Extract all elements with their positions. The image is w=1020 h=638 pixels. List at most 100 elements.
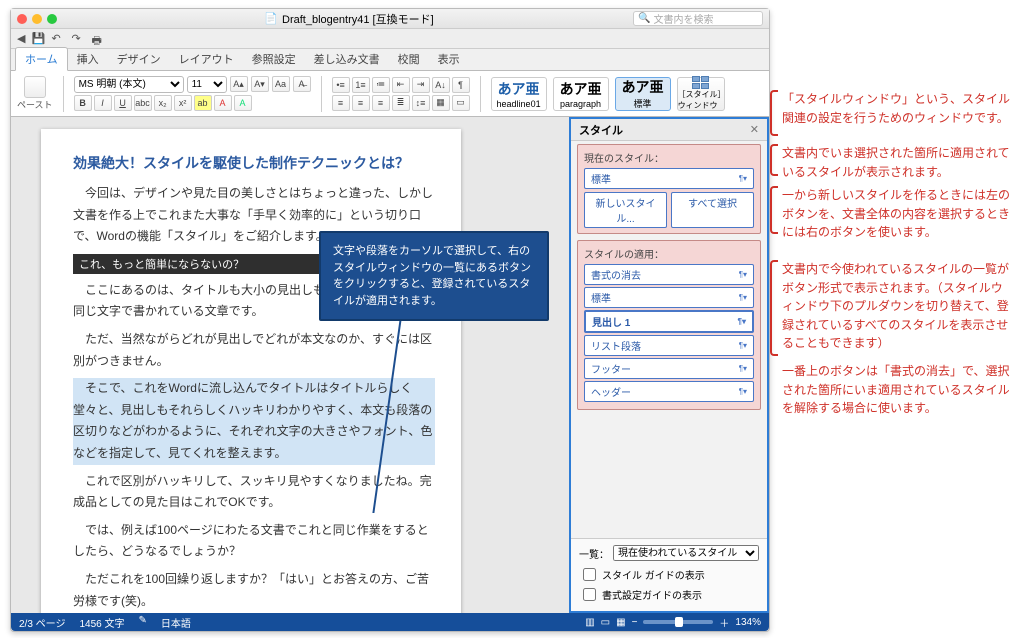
styles-pane: スタイル ✕ 現在のスタイル： 標準 ¶▾ 新しいスタイル... すべて選択 ス… [569, 117, 769, 613]
indent-inc-button[interactable]: ⇥ [412, 77, 430, 93]
tab-review[interactable]: 校閲 [389, 48, 429, 70]
status-spellcheck-icon[interactable]: ✎ [139, 615, 147, 630]
styles-pane-title: スタイル [579, 122, 623, 138]
status-words[interactable]: 1456 文字 [79, 615, 124, 630]
titlebar: 📄 Draft_blogentry41 [互換モード] 🔍 文書内を検索 [11, 9, 769, 29]
tab-home[interactable]: ホーム [15, 47, 68, 71]
clear-formatting-button[interactable]: A̶ [293, 76, 311, 92]
doc-p7[interactable]: ただこれを100回繰り返しますか？「はい」とお答えの方、ご苦労様です(笑)。 [73, 569, 435, 612]
align-right-button[interactable]: ≡ [372, 95, 390, 111]
window-title: Draft_blogentry41 [互換モード] [282, 11, 434, 27]
numbering-button[interactable]: 1≡ [352, 77, 370, 93]
multilevel-button[interactable]: ≔ [372, 77, 390, 93]
clipboard-icon [24, 76, 46, 98]
sort-button[interactable]: A↓ [432, 77, 450, 93]
word-window: 📄 Draft_blogentry41 [互換モード] 🔍 文書内を検索 ◀ 💾… [10, 8, 770, 632]
zoom-out-icon[interactable]: − [632, 617, 638, 628]
tab-references[interactable]: 参照設定 [243, 48, 305, 70]
close-icon[interactable] [17, 14, 27, 24]
status-page[interactable]: 2/3 ページ [19, 615, 65, 630]
bold-button[interactable]: B [74, 95, 92, 111]
font-size-select[interactable]: 11 [187, 76, 227, 93]
view-readmode-icon[interactable]: ▥ [585, 617, 594, 628]
style-guide-checkbox[interactable]: スタイル ガイドの表示 [579, 565, 759, 584]
print-icon[interactable]: 🖶 [91, 32, 105, 46]
align-left-button[interactable]: ≡ [332, 95, 350, 111]
subscript-button[interactable]: x₂ [154, 95, 172, 111]
borders-button[interactable]: ▭ [452, 95, 470, 111]
style-item-header[interactable]: ヘッダー¶▾ [584, 381, 754, 402]
justify-button[interactable]: ≣ [392, 95, 410, 111]
new-style-button[interactable]: 新しいスタイル... [584, 192, 667, 228]
text-effects-button[interactable]: A [234, 95, 252, 111]
highlight-button[interactable]: ab [194, 95, 212, 111]
save-icon[interactable]: 💾 [31, 32, 45, 46]
style-gallery: あア亜 headline01 あア亜 paragraph あア亜 標準 ［スタイ… [491, 77, 725, 111]
close-pane-icon[interactable]: ✕ [750, 123, 759, 136]
style-item-clear[interactable]: 書式の消去¶▾ [584, 264, 754, 285]
current-style-section: 現在のスタイル： 標準 ¶▾ 新しいスタイル... すべて選択 [577, 144, 761, 234]
change-case-button[interactable]: Aa [272, 76, 290, 92]
list-label: 一覧： [579, 546, 609, 561]
tab-view[interactable]: 表示 [429, 48, 469, 70]
style-item-normal[interactable]: 標準¶▾ [584, 287, 754, 308]
style-list-select[interactable]: 現在使われているスタイル [613, 545, 759, 561]
doc-heading[interactable]: 効果絶大！スタイルを駆使した制作テクニックとは？ [73, 153, 435, 173]
tab-mailings[interactable]: 差し込み文書 [305, 48, 389, 70]
tab-design[interactable]: デザイン [108, 48, 170, 70]
search-input[interactable]: 🔍 文書内を検索 [633, 11, 763, 26]
maximize-icon[interactable] [47, 14, 57, 24]
style-item-headline[interactable]: あア亜 headline01 [491, 77, 547, 111]
minimize-icon[interactable] [32, 14, 42, 24]
shading-button[interactable]: ▦ [432, 95, 450, 111]
tab-layout[interactable]: レイアウト [170, 48, 243, 70]
chevron-down-icon: ¶▾ [739, 174, 747, 183]
tab-insert[interactable]: 挿入 [68, 48, 108, 70]
zoom-slider[interactable] [643, 620, 713, 624]
menu-back-icon[interactable]: ◀ [17, 32, 25, 45]
styles-pane-toggle[interactable]: ［スタイル］ウィンドウ [677, 77, 725, 111]
doc-p3[interactable]: ただ、当然ながらどれが見出しでどれが本文なのか、すぐには区別がつきません。 [73, 329, 435, 372]
italic-button[interactable]: I [94, 95, 112, 111]
ribbon: ペースト MS 明朝 (本文) 11 A▴ A▾ Aa A̶ B I U abc… [11, 71, 769, 117]
paragraph-group: •≡ 1≡ ≔ ⇤ ⇥ A↓ ¶ ≡ ≡ ≡ ≣ ↕≡ ▦ ▭ [332, 77, 470, 111]
underline-button[interactable]: U [114, 95, 132, 111]
format-guide-checkbox[interactable]: 書式設定ガイドの表示 [579, 585, 759, 604]
quick-access-toolbar: ◀ 💾 ↶ ↷ 🖶 [11, 29, 769, 49]
word-doc-icon: 📄 [264, 12, 278, 25]
current-style-label: 現在のスタイル： [584, 150, 754, 165]
zoom-in-icon[interactable]: ＋ [719, 615, 729, 630]
ribbon-tabs: ホーム 挿入 デザイン レイアウト 参照設定 差し込み文書 校閲 表示 [11, 49, 769, 71]
indent-dec-button[interactable]: ⇤ [392, 77, 410, 93]
font-color-button[interactable]: A [214, 95, 232, 111]
style-item-heading1[interactable]: 見出し 1¶▾ [584, 310, 754, 333]
strike-button[interactable]: abc [134, 95, 152, 111]
shrink-font-button[interactable]: A▾ [251, 76, 269, 92]
view-print-icon[interactable]: ▭ [601, 617, 610, 628]
view-web-icon[interactable]: ▦ [616, 617, 625, 628]
grow-font-button[interactable]: A▴ [230, 76, 248, 92]
current-style-value[interactable]: 標準 ¶▾ [584, 168, 754, 189]
select-all-button[interactable]: すべて選択 [671, 192, 754, 228]
style-item-paragraph[interactable]: あア亜 paragraph [553, 77, 609, 111]
apply-style-section: スタイルの適用： 書式の消去¶▾ 標準¶▾ 見出し 1¶▾ リスト段落¶▾ フッ… [577, 240, 761, 410]
annotation-5: 一番上のボタンは「書式の消去」で、選択された箇所にいま適用されているスタイルを解… [782, 362, 1012, 410]
styles-pane-footer: 一覧： 現在使われているスタイル スタイル ガイドの表示 書式設定ガイドの表示 [571, 538, 767, 611]
show-marks-button[interactable]: ¶ [452, 77, 470, 93]
bullets-button[interactable]: •≡ [332, 77, 350, 93]
line-spacing-button[interactable]: ↕≡ [412, 95, 430, 111]
superscript-button[interactable]: x² [174, 95, 192, 111]
align-center-button[interactable]: ≡ [352, 95, 370, 111]
zoom-level[interactable]: 134% [735, 617, 761, 628]
redo-icon[interactable]: ↷ [71, 32, 85, 46]
style-item-normal[interactable]: あア亜 標準 [615, 77, 671, 111]
undo-icon[interactable]: ↶ [51, 32, 65, 46]
style-item-list-para[interactable]: リスト段落¶▾ [584, 335, 754, 356]
doc-p5[interactable]: これで区別がハッキリして、スッキリ見やすくなりましたね。完成品としての見た目はこ… [73, 471, 435, 514]
style-item-footer[interactable]: フッター¶▾ [584, 358, 754, 379]
status-lang[interactable]: 日本語 [161, 615, 191, 630]
font-name-select[interactable]: MS 明朝 (本文) [74, 76, 184, 93]
paste-button[interactable]: ペースト [17, 76, 53, 111]
document-page[interactable]: 効果絶大！スタイルを駆使した制作テクニックとは？ 今回は、デザインや見た目の美し… [41, 129, 461, 613]
doc-p6[interactable]: では、例えば100ページにわたる文書でこれと同じ作業をするとしたら、どうなるでし… [73, 520, 435, 563]
